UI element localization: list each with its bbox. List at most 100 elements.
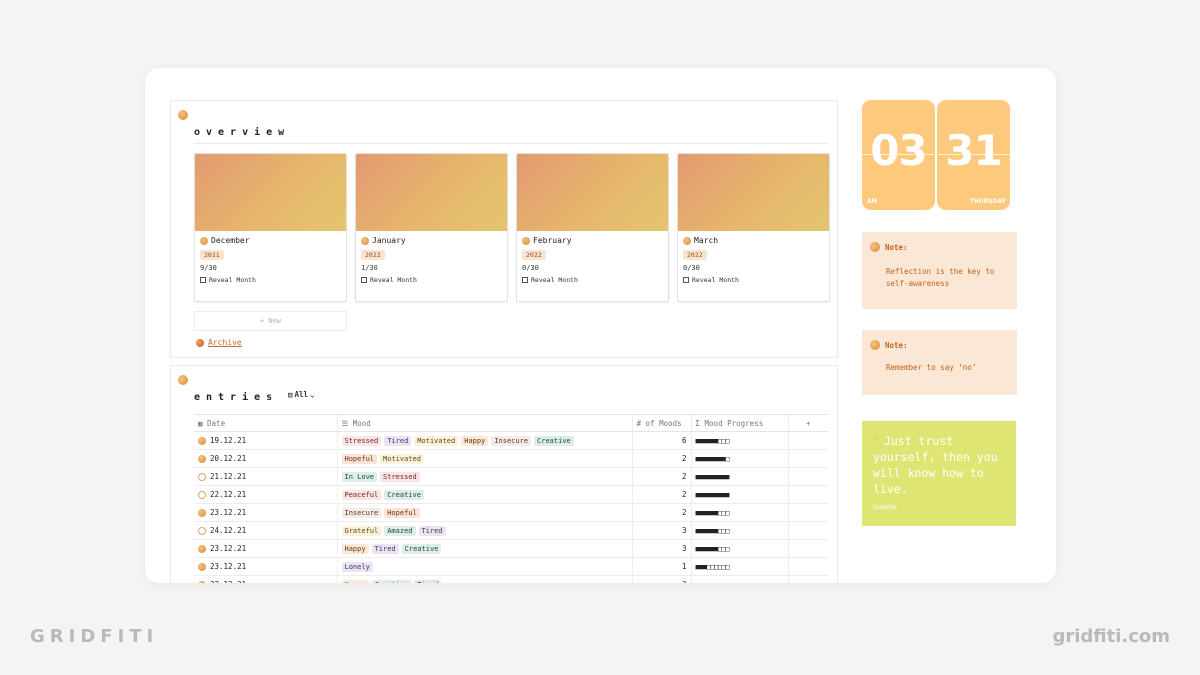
mood-tag[interactable]: Creative [401,543,442,554]
month-card-january[interactable]: January 2022 1/30 Reveal Month [355,153,508,302]
mood-progress-bar: ■■■■■■□□□ [696,581,730,583]
mood-tag[interactable]: Hopeful [384,507,420,518]
date-cell[interactable]: 22.12.21 [194,485,337,504]
mood-tag[interactable]: Tired [384,435,412,446]
column-mood[interactable]: ☰ Mood [336,414,632,432]
mood-count: 1 [631,557,691,576]
table-row[interactable]: 23.12.21 Happy Tired Creative 3 ■■■■■■□□□ [194,539,828,558]
clock-day: THURSDAY [969,198,1006,205]
mood-cell[interactable]: Peaceful Creative [336,485,632,504]
mood-progress-cell: ■■■■■■□□□ [690,521,788,540]
view-selector[interactable]: ▤ All ⌄ [288,390,315,399]
date-cell[interactable]: 19.12.21 [194,431,337,450]
mood-tag[interactable]: Hopeful [341,453,378,464]
brand-url: gridfiti.com [1052,626,1170,647]
note-title: Note: [885,340,908,350]
reveal-checkbox[interactable] [361,277,367,283]
mood-tag[interactable]: Happy [461,435,489,446]
mood-orb-icon [198,508,206,517]
date-cell[interactable]: 23.12.21 [194,539,337,558]
mood-tag[interactable]: Creative [534,435,574,446]
mood-tag[interactable]: In Love [341,471,378,482]
mood-cell[interactable]: Happy Tired Creative [336,539,632,558]
year-tag: 2022 [683,250,707,260]
table-row[interactable]: 23.12.21HappyCreativeTired3■■■■■■□□□ [194,575,828,583]
mood-progress-bar: ■■■□□□□□□ [695,563,730,571]
mood-cell[interactable]: Grateful Amazed Tired [336,521,632,540]
mood-tag[interactable]: Happy [341,543,369,554]
month-name: December [211,236,250,245]
month-card-december[interactable]: December 2021 9/30 Reveal Month [194,153,347,302]
sigma-icon: Σ [695,418,701,428]
new-month-button[interactable]: + New [194,311,347,331]
add-column-button[interactable]: + [787,414,828,432]
column-progress[interactable]: Σ Mood Progress [690,414,788,432]
mood-orb-icon [198,580,206,583]
mood-tag[interactable]: Amazed [384,525,416,536]
mood-cell[interactable]: Hopeful Motivated [336,449,632,468]
date-cell[interactable]: 20.12.21 [194,449,337,468]
mood-tag[interactable]: Happy [341,579,369,583]
month-cover [195,154,346,231]
mood-tag[interactable]: Creative [371,579,412,583]
mood-progress-bar: ■■■■■■□□□ [695,545,730,553]
mood-cell[interactable]: Stressed Tired Motivated Happy Insecure Creat… [336,431,632,450]
table-row[interactable]: 20.12.21 Hopeful Motivated 2 ■■■■■■■■□ [194,449,828,468]
reveal-checkbox[interactable] [200,277,206,283]
mood-tag[interactable]: Grateful [341,525,382,536]
date-cell[interactable]: 24.12.21 [194,521,337,540]
table-row[interactable]: 23.12.21 Lonely 1 ■■■□□□□□□ [194,557,828,576]
mood-tag[interactable]: Creative [384,489,424,500]
mood-tag[interactable]: Stressed [380,471,420,482]
month-card-march[interactable]: March 2022 0/30 Reveal Month [677,153,830,302]
clock-hour: 03 AM [862,100,935,210]
table-row[interactable]: 22.12.21 Peaceful Creative 2 ■■■■■■■■■ [194,485,828,504]
reveal-label: Reveal Month [531,276,578,284]
reveal-checkbox[interactable] [522,277,528,283]
mood-tag[interactable]: Tired [414,579,442,583]
empty-cell [787,503,828,522]
mood-progress-bar: ■■■■■■■■■ [695,473,730,481]
reveal-checkbox[interactable] [683,277,689,283]
empty-cell [787,449,828,468]
mood-cell[interactable]: In Love Stressed [336,467,632,486]
table-row[interactable]: 24.12.21 Grateful Amazed Tired 3 ■■■■■■□□□ [194,521,828,540]
date-cell[interactable]: 23.12.21 [194,557,337,576]
mood-tag[interactable]: Insecure [491,435,532,446]
clock-ampm: AM [867,198,878,205]
date-cell[interactable]: 21.12.21 [194,467,337,486]
mood-progress-cell: ■■■□□□□□□ [690,557,788,576]
mood-tag[interactable]: Tired [418,525,446,536]
divider [937,154,1010,155]
month-cover [678,154,829,231]
divider [194,143,828,144]
mood-tag[interactable]: Lonely [341,561,373,572]
mood-tag[interactable]: Insecure [341,507,382,518]
date-cell[interactable]: 23.12.21 [194,575,337,583]
mood-cell[interactable]: Insecure Hopeful [336,503,632,522]
mood-tag[interactable]: Stressed [341,435,382,446]
date-cell[interactable]: 23.12.21 [194,503,337,522]
month-card-february[interactable]: February 2022 0/30 Reveal Month [516,153,669,302]
orb-icon [178,110,188,120]
table-row[interactable]: 19.12.21 Stressed Tired Motivated Happy Insec… [194,431,828,450]
table-row[interactable]: 23.12.21 Insecure Hopeful 2 ■■■■■■□□□ [194,503,828,522]
archive-link[interactable]: Archive [196,338,242,347]
entries-table: ▦ Date ☰ Mood # of Moods Σ Mood Progress… [194,414,828,583]
mood-tag[interactable]: Motivated [380,453,424,464]
mood-cell[interactable]: HappyCreativeTired [336,575,632,583]
column-count[interactable]: # of Moods [631,414,691,432]
mood-progress-bar: ■■■■■■□□□ [695,527,730,535]
mood-cell[interactable]: Lonely [336,557,632,576]
archive-label: Archive [208,338,242,347]
note-callout-1: Note: Reflection is the key to self-awar… [862,232,1017,309]
mood-tag[interactable]: Tired [371,543,399,554]
mood-progress-cell: ■■■■■■■■■ [690,485,788,504]
column-date[interactable]: ▦ Date [194,414,337,432]
column-date-label: Date [207,418,226,428]
mood-tag[interactable]: Motivated [414,435,459,446]
reveal-label: Reveal Month [370,276,417,284]
table-row[interactable]: 21.12.21 In Love Stressed 2 ■■■■■■■■■ [194,467,828,486]
date-value: 23.12.21 [210,544,247,553]
mood-tag[interactable]: Peaceful [341,489,382,500]
